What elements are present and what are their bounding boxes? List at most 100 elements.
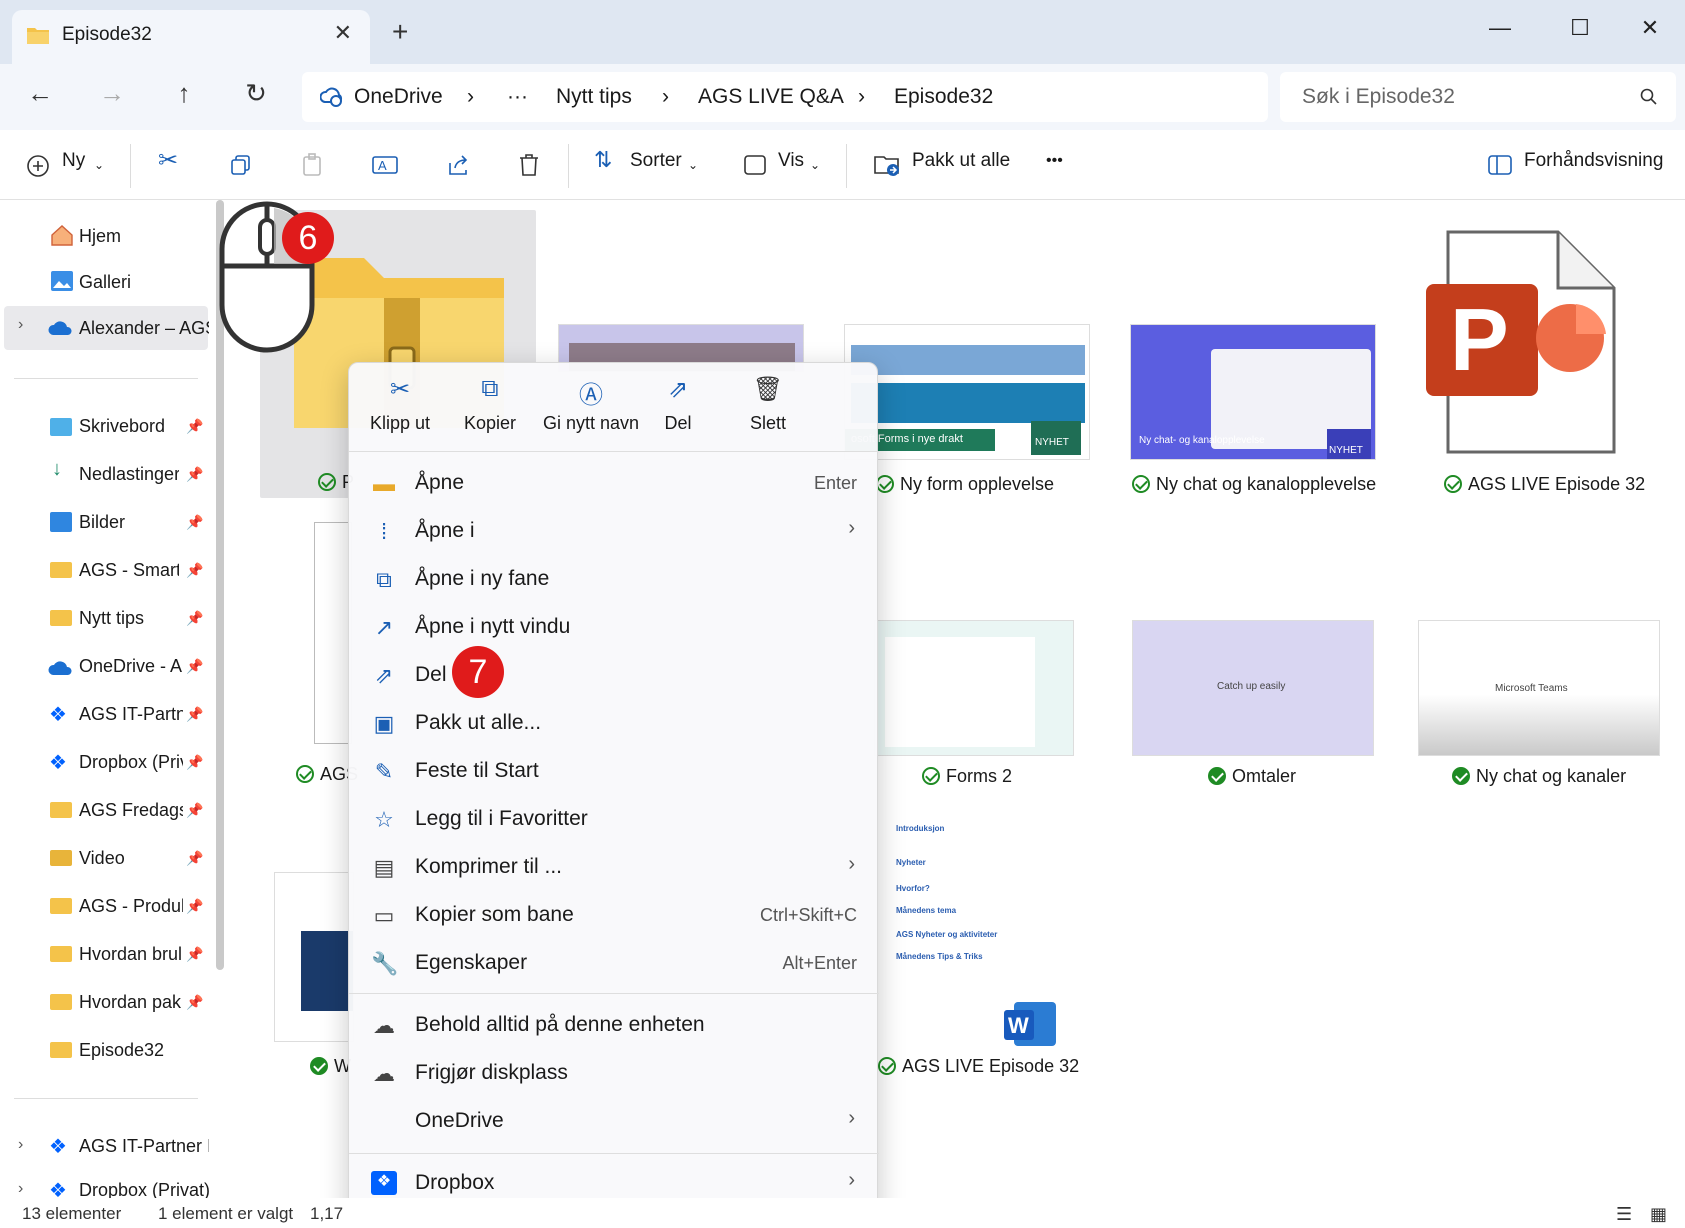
- breadcrumb-more[interactable]: ···: [507, 85, 528, 109]
- search-box[interactable]: Søk i Episode32: [1280, 72, 1676, 122]
- tab-close-icon[interactable]: ✕: [334, 20, 352, 46]
- sidebar-item-episode32[interactable]: Episode32: [79, 1040, 239, 1061]
- pin-icon[interactable]: 📌: [186, 802, 203, 819]
- quick-action-copy[interactable]: ⧉ Kopier: [445, 375, 535, 434]
- pin-icon[interactable]: 📌: [186, 850, 203, 867]
- pin-icon[interactable]: 📌: [186, 658, 203, 675]
- sort-icon[interactable]: ⇅: [594, 147, 612, 173]
- preview-button[interactable]: Forhåndsvisning: [1524, 150, 1663, 172]
- sidebar-item-bilder[interactable]: Bilder: [79, 512, 179, 533]
- tab-episode32[interactable]: Episode32 ✕: [12, 10, 370, 64]
- sidebar-item-dropbox-privat[interactable]: Dropbox (Priv: [79, 752, 183, 773]
- sidebar-item-skrivebord[interactable]: Skrivebord: [79, 416, 189, 437]
- preview-pane-icon[interactable]: [1488, 155, 1512, 175]
- search-icon[interactable]: [1640, 88, 1658, 106]
- file-label-forms2[interactable]: Forms 2: [922, 766, 1012, 787]
- view-button[interactable]: Vis: [778, 150, 804, 172]
- quick-action-share[interactable]: ⇗ Del: [633, 375, 723, 434]
- sidebar-item-hvordan-pak[interactable]: Hvordan pak: [79, 992, 183, 1013]
- sidebar-item-hjem[interactable]: Hjem: [79, 226, 239, 247]
- file-label-form[interactable]: Ny form opplevelse: [876, 474, 1054, 495]
- chevron-right-icon[interactable]: ›: [18, 1136, 23, 1154]
- menu-item-extract-all[interactable]: ▣ Pakk ut alle...: [349, 699, 879, 747]
- sidebar-item-ags-it-partner-ii[interactable]: AGS IT-Partner II: [79, 1136, 209, 1157]
- forms-thumbnail[interactable]: osoft Forms i nye drakt NYHET: [844, 324, 1090, 460]
- pin-icon[interactable]: 📌: [186, 754, 203, 771]
- chevron-right-icon[interactable]: ›: [18, 1180, 23, 1198]
- cut-icon[interactable]: ✂: [158, 146, 178, 175]
- chevron-down-icon[interactable]: ⌄: [94, 158, 104, 172]
- menu-item-pin-start[interactable]: ✎ Feste til Start: [349, 747, 879, 795]
- pin-icon[interactable]: 📌: [186, 610, 203, 627]
- maximize-button[interactable]: ☐: [1550, 8, 1610, 48]
- breadcrumb-separator[interactable]: ›: [858, 85, 865, 109]
- file-label-omtaler[interactable]: Omtaler: [1208, 766, 1296, 787]
- rename-icon[interactable]: A: [372, 153, 398, 177]
- pin-icon[interactable]: 📌: [186, 898, 203, 915]
- teams-thumbnail[interactable]: Microsoft Teams: [1418, 620, 1660, 756]
- address-bar[interactable]: OneDrive › ··· Nytt tips › AGS LIVE Q&A …: [302, 72, 1268, 122]
- breadcrumb-separator[interactable]: ›: [467, 85, 474, 109]
- pin-icon[interactable]: 📌: [186, 418, 203, 435]
- paste-icon[interactable]: [302, 153, 324, 177]
- forms2-thumbnail[interactable]: [874, 620, 1074, 756]
- tiles-view-icon[interactable]: ▦: [1650, 1204, 1667, 1225]
- sidebar-item-video[interactable]: Video: [79, 848, 179, 869]
- chevron-down-icon[interactable]: ⌄: [810, 158, 820, 172]
- breadcrumb-separator[interactable]: ›: [662, 85, 669, 109]
- pin-icon[interactable]: 📌: [186, 466, 203, 483]
- sidebar-item-ags-produk[interactable]: AGS - Produk: [79, 896, 183, 917]
- word-doc-thumbnail[interactable]: Introduksjon Nyheter Hvorfor? Månedens t…: [896, 824, 1036, 1014]
- menu-item-keep-on-device[interactable]: ☁ Behold alltid på denne enheten: [349, 1001, 879, 1049]
- pin-icon[interactable]: 📌: [186, 946, 203, 963]
- sidebar-item-ags-fredags[interactable]: AGS Fredags: [79, 800, 183, 821]
- file-label-w-partial[interactable]: W: [310, 1056, 351, 1077]
- share-icon[interactable]: [446, 153, 470, 177]
- pin-icon[interactable]: 📌: [186, 994, 203, 1011]
- sidebar-item-onedrive-a[interactable]: OneDrive - A: [79, 656, 183, 677]
- breadcrumb-episode32[interactable]: Episode32: [894, 85, 993, 109]
- chat-thumbnail[interactable]: Ny chat- og kanalopplevelse NYHET: [1130, 324, 1376, 460]
- menu-item-open-new-window[interactable]: ↗ Åpne i nytt vindu: [349, 603, 879, 651]
- sidebar-item-galleri[interactable]: Galleri: [79, 272, 239, 293]
- powerpoint-file-icon[interactable]: P: [1420, 230, 1620, 454]
- pin-icon[interactable]: 📌: [186, 562, 203, 579]
- close-window-button[interactable]: ✕: [1620, 8, 1680, 48]
- file-label-chat[interactable]: Ny chat og kanalopplevelse: [1132, 474, 1376, 495]
- extract-all-button[interactable]: Pakk ut alle: [912, 150, 1010, 172]
- menu-item-open-new-tab[interactable]: ⧉ Åpne i ny fane: [349, 555, 879, 603]
- article-thumbnail[interactable]: [274, 872, 354, 1042]
- copy-icon[interactable]: [230, 154, 252, 176]
- document-thumbnail-partial[interactable]: [314, 522, 352, 744]
- menu-item-open-with[interactable]: ⁞ Åpne i ›: [349, 507, 879, 555]
- details-view-icon[interactable]: ☰: [1616, 1204, 1632, 1225]
- extract-icon[interactable]: [874, 153, 900, 177]
- minimize-button[interactable]: —: [1470, 8, 1530, 48]
- menu-item-properties[interactable]: 🔧 Egenskaper Alt+Enter: [349, 939, 879, 987]
- new-button[interactable]: Ny: [62, 150, 85, 172]
- menu-item-compress[interactable]: ▤ Komprimer til ... ›: [349, 843, 879, 891]
- breadcrumb-nytt-tips[interactable]: Nytt tips: [556, 85, 632, 109]
- more-options-icon[interactable]: •••: [1046, 152, 1063, 170]
- refresh-icon[interactable]: ↻: [236, 78, 276, 109]
- sidebar-item-ags-smart[interactable]: AGS - Smart: [79, 560, 179, 581]
- delete-icon[interactable]: [518, 153, 540, 177]
- menu-item-free-space[interactable]: ☁ Frigjør diskplass: [349, 1049, 879, 1097]
- omtaler-thumbnail[interactable]: Catch up easily: [1132, 620, 1374, 756]
- pin-icon[interactable]: 📌: [186, 514, 203, 531]
- breadcrumb-ags-live[interactable]: AGS LIVE Q&A: [698, 85, 844, 109]
- pin-icon[interactable]: 📌: [186, 706, 203, 723]
- chevron-right-icon[interactable]: ›: [18, 316, 23, 334]
- sidebar-item-nedlastinger[interactable]: Nedlastinger: [79, 464, 179, 485]
- sort-button[interactable]: Sorter: [630, 150, 682, 172]
- menu-item-open[interactable]: ▬ Åpne Enter: [349, 459, 879, 507]
- sidebar-item-alexander[interactable]: Alexander – AGS: [79, 318, 209, 339]
- menu-item-share[interactable]: ⇗ Del: [349, 651, 879, 699]
- file-label-ppt[interactable]: AGS LIVE Episode 32: [1444, 474, 1645, 495]
- quick-action-cut[interactable]: ✂ Klipp ut: [355, 375, 445, 434]
- view-icon[interactable]: [744, 155, 766, 175]
- up-icon[interactable]: ↑: [164, 78, 204, 109]
- file-label-docx[interactable]: AGS LIVE Episode 32: [878, 1056, 1079, 1077]
- menu-item-copy-path[interactable]: ▭ Kopier som bane Ctrl+Skift+C: [349, 891, 879, 939]
- sidebar-item-ags-it-partner[interactable]: AGS IT-Partne: [79, 704, 183, 725]
